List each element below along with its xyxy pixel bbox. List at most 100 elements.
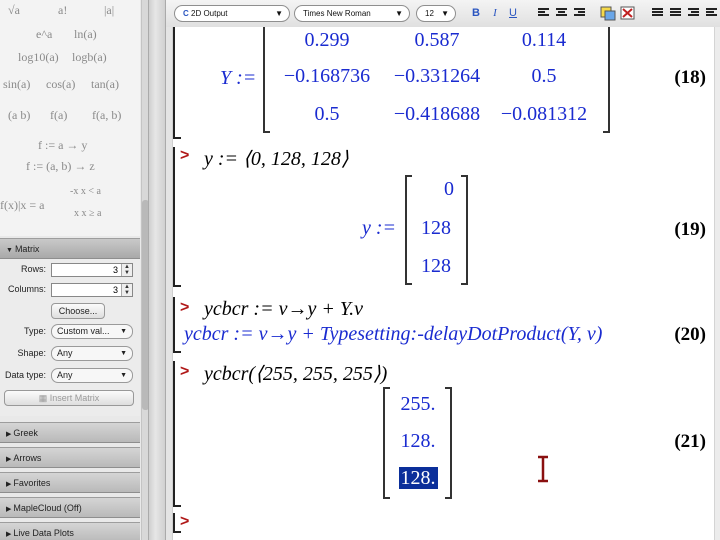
input-prompt: >: [180, 147, 190, 164]
matrix-palette-body: Rows: 3 ▲ ▼ Columns: 3 ▲ ▼ Choose... Type:…: [0, 259, 140, 416]
matrix-cell: 0.5: [314, 103, 340, 125]
palette-scrollbar[interactable]: [141, 0, 148, 540]
execution-group-bracket[interactable]: [173, 147, 181, 287]
vector-cell: 255.: [400, 393, 436, 415]
align-center-icon[interactable]: [556, 8, 567, 18]
palette-item-tan[interactable]: tan(a): [91, 77, 119, 92]
palette-item-exp[interactable]: e^a: [36, 27, 52, 42]
palette-panel: √a a! |a| e^a ln(a) log10(a) logb(a) sin…: [0, 0, 148, 540]
palette-item-binomial[interactable]: (a b): [8, 108, 30, 123]
worksheet-scrollbar[interactable]: [714, 27, 720, 540]
palette-item-log10[interactable]: log10(a): [18, 50, 59, 65]
vector-right-bracket: [461, 175, 468, 285]
insert-matrix-label: Insert Matrix: [49, 393, 100, 403]
rows-spinner-icon[interactable]: ▲ ▼: [121, 264, 132, 276]
vector-cell-selected[interactable]: 128.: [392, 467, 444, 490]
selected-text[interactable]: 128.: [398, 467, 438, 489]
palette-item-arrow-map-2[interactable]: f := (a, b) → z: [26, 159, 95, 174]
vector-cell: 128: [421, 217, 451, 239]
execution-group-bracket[interactable]: [173, 513, 181, 533]
palette-item-ln[interactable]: ln(a): [74, 27, 97, 42]
expanded-triangle-icon: ▼: [6, 247, 13, 254]
palette-item-logb[interactable]: logb(a): [72, 50, 107, 65]
palette-arrows[interactable]: ▶ Arrows: [0, 447, 140, 468]
palette-item-sqrt[interactable]: √a: [8, 3, 20, 18]
bulleted-list-icon[interactable]: [652, 8, 663, 18]
choose-button[interactable]: Choose...: [51, 303, 105, 319]
align-right-icon[interactable]: [574, 8, 585, 18]
rows-input[interactable]: 3 ▲ ▼: [51, 263, 133, 277]
datatype-select[interactable]: Any ▼: [51, 368, 133, 383]
highlight-color-icon[interactable]: [620, 6, 636, 21]
insert-matrix-button[interactable]: ▦ Insert Matrix: [4, 390, 134, 406]
palette-item-function-2[interactable]: f(a, b): [92, 108, 121, 123]
bold-button[interactable]: B: [470, 6, 482, 20]
expression-palette: √a a! |a| e^a ln(a) log10(a) logb(a) sin…: [0, 0, 140, 236]
input-command[interactable]: ycbcr := v→y + Y.v: [204, 298, 363, 321]
columns-label: Columns:: [7, 284, 46, 294]
palette-item-factorial[interactable]: a!: [58, 3, 67, 18]
indent-icon[interactable]: [688, 8, 699, 18]
columns-input[interactable]: 3 ▲ ▼: [51, 283, 133, 297]
vector-left-bracket: [405, 175, 412, 285]
output-mode-select[interactable]: C 2D Output ▼: [174, 5, 290, 22]
text-color-icon[interactable]: [600, 6, 616, 21]
chevron-down-icon: ▼: [120, 350, 127, 357]
collapsed-triangle-icon: ▶: [6, 431, 12, 438]
palette-greek[interactable]: ▶ Greek: [0, 422, 140, 443]
vector-cell: 0: [444, 178, 454, 200]
panel-divider[interactable]: [148, 0, 166, 540]
matrix-cell: −0.081312: [500, 103, 588, 125]
palette-greek-label: Greek: [13, 428, 38, 438]
palette-maplecloud[interactable]: ▶ MapleCloud (Off): [0, 497, 140, 518]
equation-label: (18): [674, 67, 706, 88]
input-command[interactable]: y := ⟨0, 128, 128⟩: [204, 146, 349, 171]
shape-select[interactable]: Any ▼: [51, 346, 133, 361]
execution-group-bracket[interactable]: [173, 361, 181, 507]
font-size-select[interactable]: 12 ▼: [416, 5, 456, 22]
equation-label: (21): [674, 431, 706, 452]
vector-cell: 128: [421, 255, 451, 277]
empty-input-line[interactable]: [200, 513, 680, 535]
execution-group-bracket[interactable]: [173, 27, 181, 139]
chevron-down-icon: ▼: [120, 328, 127, 335]
matrix-palette-header[interactable]: ▼ Matrix: [0, 238, 140, 259]
palette-item-sin[interactable]: sin(a): [3, 77, 30, 92]
font-select[interactable]: Times New Roman ▼: [294, 5, 410, 22]
matrix-right-bracket: [603, 27, 610, 133]
underline-button[interactable]: U: [507, 6, 519, 20]
vector-right-bracket: [445, 387, 452, 499]
collapsed-triangle-icon: ▶: [6, 481, 12, 488]
palette-favorites[interactable]: ▶ Favorites: [0, 472, 140, 493]
palette-item-cos[interactable]: cos(a): [46, 77, 75, 92]
vector-left-bracket: [383, 387, 390, 499]
vector-cell: 128.: [400, 430, 436, 452]
palette-item-piecewise-row1[interactable]: -x x < a: [70, 186, 101, 197]
input-prompt: >: [180, 299, 190, 316]
input-prompt: >: [180, 513, 190, 530]
type-select[interactable]: Custom val... ▼: [51, 324, 133, 339]
font-value: Times New Roman: [303, 9, 371, 18]
align-left-icon[interactable]: [538, 8, 549, 18]
shape-label: Shape:: [17, 348, 46, 358]
columns-spinner-icon[interactable]: ▲ ▼: [121, 284, 132, 296]
equation-label: (20): [674, 324, 706, 345]
worksheet-gutter: [166, 27, 173, 540]
chevron-down-icon: ▼: [120, 372, 127, 379]
rows-label: Rows:: [20, 264, 46, 274]
palette-item-abs[interactable]: |a|: [104, 3, 114, 18]
italic-button[interactable]: I: [489, 6, 501, 20]
palette-arrows-label: Arrows: [13, 453, 42, 463]
execution-group-bracket[interactable]: [173, 297, 181, 353]
palette-item-arrow-map[interactable]: f := a → y: [38, 138, 87, 153]
palette-item-function[interactable]: f(a): [50, 108, 67, 123]
outdent-icon[interactable]: [706, 8, 717, 18]
matrix-cell: −0.168736: [283, 65, 371, 87]
palette-live-data-plots[interactable]: ▶ Live Data Plots: [0, 522, 140, 540]
numbered-list-icon[interactable]: [670, 8, 681, 18]
worksheet[interactable]: Y := 0.299 0.587 0.114 −0.168736 −0.3312…: [166, 27, 720, 540]
palette-item-eval-at[interactable]: f(x)|x = a: [0, 198, 44, 213]
matrix-cell: 0.5: [531, 65, 557, 87]
palette-item-piecewise-row2[interactable]: x x ≥ a: [74, 208, 101, 219]
input-command[interactable]: ycbcr(⟨255, 255, 255⟩): [204, 361, 387, 386]
